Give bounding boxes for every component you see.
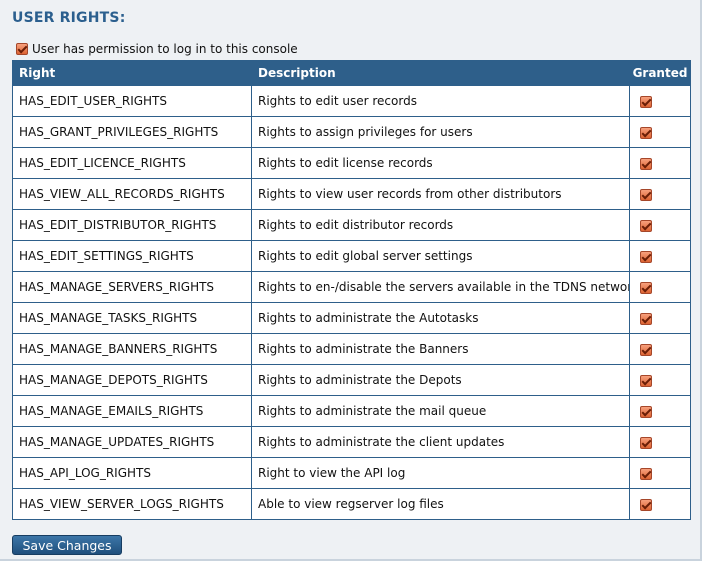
section-title: USER RIGHTS: xyxy=(12,10,126,26)
table-row: HAS_API_LOG_RIGHTS Right to view the API … xyxy=(12,457,691,489)
right-name-cell: HAS_EDIT_LICENCE_RIGHTS xyxy=(12,147,252,179)
granted-cell xyxy=(629,426,691,458)
table-row: HAS_MANAGE_TASKS_RIGHTS Rights to adminis… xyxy=(12,302,691,334)
table-row: HAS_GRANT_PRIVILEGES_RIGHTS Rights to ass… xyxy=(12,116,691,148)
rights-table-body: HAS_EDIT_USER_RIGHTS Rights to edit user … xyxy=(12,85,691,520)
granted-checkbox[interactable] xyxy=(640,126,652,139)
column-header-description: Description xyxy=(251,60,630,86)
granted-cell xyxy=(629,364,691,396)
right-description-cell: Rights to view user records from other d… xyxy=(251,178,630,210)
granted-checkbox[interactable] xyxy=(640,467,652,480)
right-name-cell: HAS_MANAGE_SERVERS_RIGHTS xyxy=(12,271,252,303)
granted-checkbox[interactable] xyxy=(640,374,652,387)
granted-cell xyxy=(629,240,691,272)
granted-checkbox[interactable] xyxy=(640,157,652,170)
granted-checkbox[interactable] xyxy=(640,219,652,232)
granted-cell xyxy=(629,147,691,179)
granted-checkbox[interactable] xyxy=(640,95,652,108)
granted-cell xyxy=(629,209,691,241)
right-name-cell: HAS_API_LOG_RIGHTS xyxy=(12,457,252,489)
granted-checkbox[interactable] xyxy=(640,405,652,418)
table-row: HAS_VIEW_SERVER_LOGS_RIGHTS Able to view … xyxy=(12,488,691,520)
granted-checkbox[interactable] xyxy=(640,188,652,201)
right-description-cell: Rights to administrate the mail queue xyxy=(251,395,630,427)
granted-cell xyxy=(629,395,691,427)
table-row: HAS_VIEW_ALL_RECORDS_RIGHTS Rights to vie… xyxy=(12,178,691,210)
granted-cell xyxy=(629,488,691,520)
right-name-cell: HAS_VIEW_SERVER_LOGS_RIGHTS xyxy=(12,488,252,520)
user-rights-panel: USER RIGHTS: User has permission to log … xyxy=(0,0,702,561)
right-description-cell: Able to view regserver log files xyxy=(251,488,630,520)
table-header-row: Right Description Granted xyxy=(12,60,691,86)
granted-checkbox[interactable] xyxy=(640,436,652,449)
granted-checkbox[interactable] xyxy=(640,312,652,325)
right-description-cell: Rights to edit distributor records xyxy=(251,209,630,241)
save-changes-button[interactable]: Save Changes xyxy=(12,535,122,555)
right-name-cell: HAS_MANAGE_BANNERS_RIGHTS xyxy=(12,333,252,365)
table-row: HAS_EDIT_DISTRIBUTOR_RIGHTS Rights to edi… xyxy=(12,209,691,241)
right-name-cell: HAS_MANAGE_DEPOTS_RIGHTS xyxy=(12,364,252,396)
right-name-cell: HAS_GRANT_PRIVILEGES_RIGHTS xyxy=(12,116,252,148)
granted-cell xyxy=(629,271,691,303)
granted-checkbox[interactable] xyxy=(640,498,652,511)
rights-table: Right Description Granted HAS_EDIT_USER_… xyxy=(12,60,691,520)
right-description-cell: Rights to edit user records xyxy=(251,85,630,117)
column-header-granted: Granted xyxy=(629,60,691,86)
table-row: HAS_EDIT_LICENCE_RIGHTS Rights to edit li… xyxy=(12,147,691,179)
granted-cell xyxy=(629,302,691,334)
login-permission-label: User has permission to log in to this co… xyxy=(32,42,298,56)
right-description-cell: Rights to assign privileges for users xyxy=(251,116,630,148)
table-row: HAS_MANAGE_SERVERS_RIGHTS Rights to en-/d… xyxy=(12,271,691,303)
login-permission-checkbox[interactable] xyxy=(16,43,28,55)
right-description-cell: Rights to administrate the Depots xyxy=(251,364,630,396)
granted-checkbox[interactable] xyxy=(640,250,652,263)
right-description-cell: Rights to administrate the client update… xyxy=(251,426,630,458)
right-description-cell: Rights to en-/disable the servers availa… xyxy=(251,271,630,303)
granted-cell xyxy=(629,85,691,117)
granted-cell xyxy=(629,457,691,489)
right-description-cell: Rights to administrate the Autotasks xyxy=(251,302,630,334)
right-description-cell: Rights to edit global server settings xyxy=(251,240,630,272)
login-permission-row: User has permission to log in to this co… xyxy=(16,41,298,57)
granted-cell xyxy=(629,116,691,148)
right-name-cell: HAS_VIEW_ALL_RECORDS_RIGHTS xyxy=(12,178,252,210)
granted-cell xyxy=(629,178,691,210)
granted-checkbox[interactable] xyxy=(640,343,652,356)
right-description-cell: Rights to administrate the Banners xyxy=(251,333,630,365)
table-row: HAS_MANAGE_DEPOTS_RIGHTS Rights to admini… xyxy=(12,364,691,396)
right-name-cell: HAS_EDIT_USER_RIGHTS xyxy=(12,85,252,117)
column-header-right: Right xyxy=(12,60,252,86)
granted-checkbox[interactable] xyxy=(640,281,652,294)
table-row: HAS_EDIT_USER_RIGHTS Rights to edit user … xyxy=(12,85,691,117)
granted-cell xyxy=(629,333,691,365)
right-description-cell: Right to view the API log xyxy=(251,457,630,489)
right-name-cell: HAS_MANAGE_UPDATES_RIGHTS xyxy=(12,426,252,458)
table-row: HAS_EDIT_SETTINGS_RIGHTS Rights to edit g… xyxy=(12,240,691,272)
table-row: HAS_MANAGE_EMAILS_RIGHTS Rights to admini… xyxy=(12,395,691,427)
right-name-cell: HAS_MANAGE_TASKS_RIGHTS xyxy=(12,302,252,334)
right-name-cell: HAS_EDIT_DISTRIBUTOR_RIGHTS xyxy=(12,209,252,241)
right-description-cell: Rights to edit license records xyxy=(251,147,630,179)
table-row: HAS_MANAGE_UPDATES_RIGHTS Rights to admin… xyxy=(12,426,691,458)
right-name-cell: HAS_MANAGE_EMAILS_RIGHTS xyxy=(12,395,252,427)
right-name-cell: HAS_EDIT_SETTINGS_RIGHTS xyxy=(12,240,252,272)
table-row: HAS_MANAGE_BANNERS_RIGHTS Rights to admin… xyxy=(12,333,691,365)
